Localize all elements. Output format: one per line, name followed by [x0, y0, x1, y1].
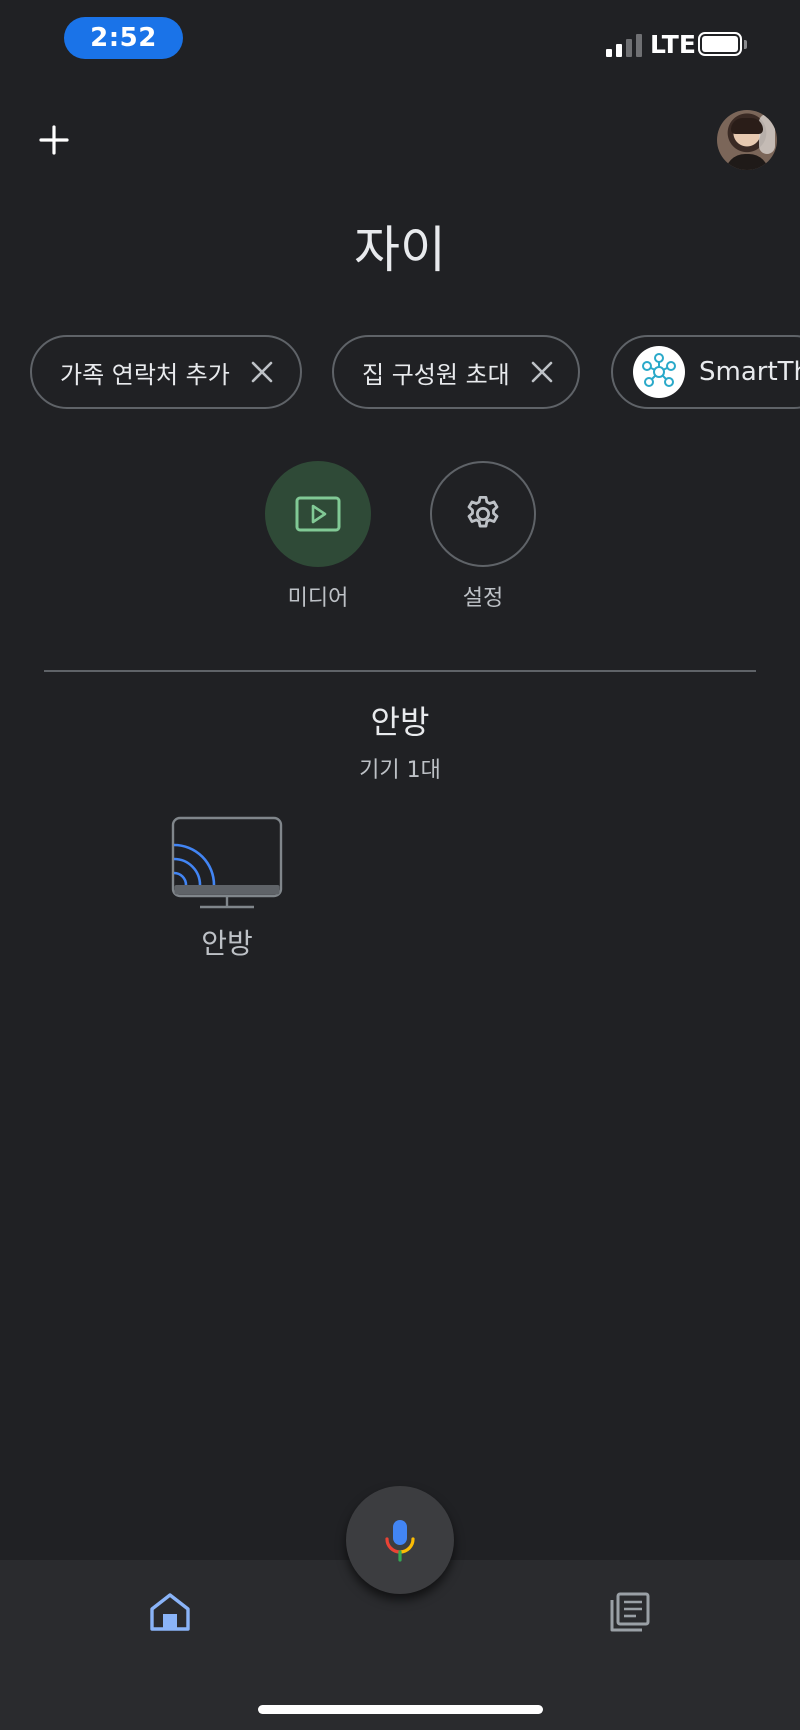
chip-label: SmartTh	[699, 357, 800, 387]
close-icon[interactable]	[248, 358, 276, 386]
cellular-signal-icon	[606, 34, 644, 57]
microphone-icon	[385, 1520, 415, 1562]
chip-add-family-contacts[interactable]: 가족 연락처 추가	[30, 335, 302, 409]
media-play-icon	[295, 496, 341, 532]
status-time: 2:52	[64, 17, 183, 59]
close-icon[interactable]	[528, 358, 556, 386]
settings-label: 설정	[462, 586, 504, 611]
device-label[interactable]: 안방	[147, 922, 307, 962]
network-type: LTE	[650, 30, 696, 59]
voice-assistant-button[interactable]	[346, 1486, 454, 1594]
battery-tip	[744, 40, 747, 49]
chip-smartthings[interactable]: SmartTh	[611, 335, 800, 409]
home-icon	[150, 1593, 190, 1631]
gear-icon	[467, 495, 499, 528]
plus-icon	[39, 125, 69, 155]
media-label: 미디어	[287, 586, 349, 611]
feed-icon	[610, 1592, 650, 1632]
nav-home-tab[interactable]	[148, 1592, 192, 1632]
chip-invite-home-member[interactable]: 집 구성원 초대	[332, 335, 580, 409]
device-tile[interactable]	[170, 815, 284, 911]
room-device-count: 기기 1대	[359, 758, 441, 783]
account-avatar[interactable]	[717, 110, 777, 170]
chip-label: 집 구성원 초대	[362, 360, 510, 389]
room-title: 안방	[370, 703, 430, 741]
chip-label: 가족 연락처 추가	[60, 360, 230, 389]
home-indicator	[258, 1705, 543, 1714]
media-button[interactable]	[265, 461, 371, 567]
add-button[interactable]	[34, 120, 74, 160]
nav-feed-tab[interactable]	[608, 1590, 652, 1634]
home-title: 자이	[354, 221, 446, 279]
settings-button[interactable]	[430, 461, 536, 567]
section-divider	[44, 670, 756, 672]
smartthings-icon	[633, 346, 685, 398]
cast-tv-icon	[171, 816, 283, 909]
battery-icon	[698, 32, 742, 56]
